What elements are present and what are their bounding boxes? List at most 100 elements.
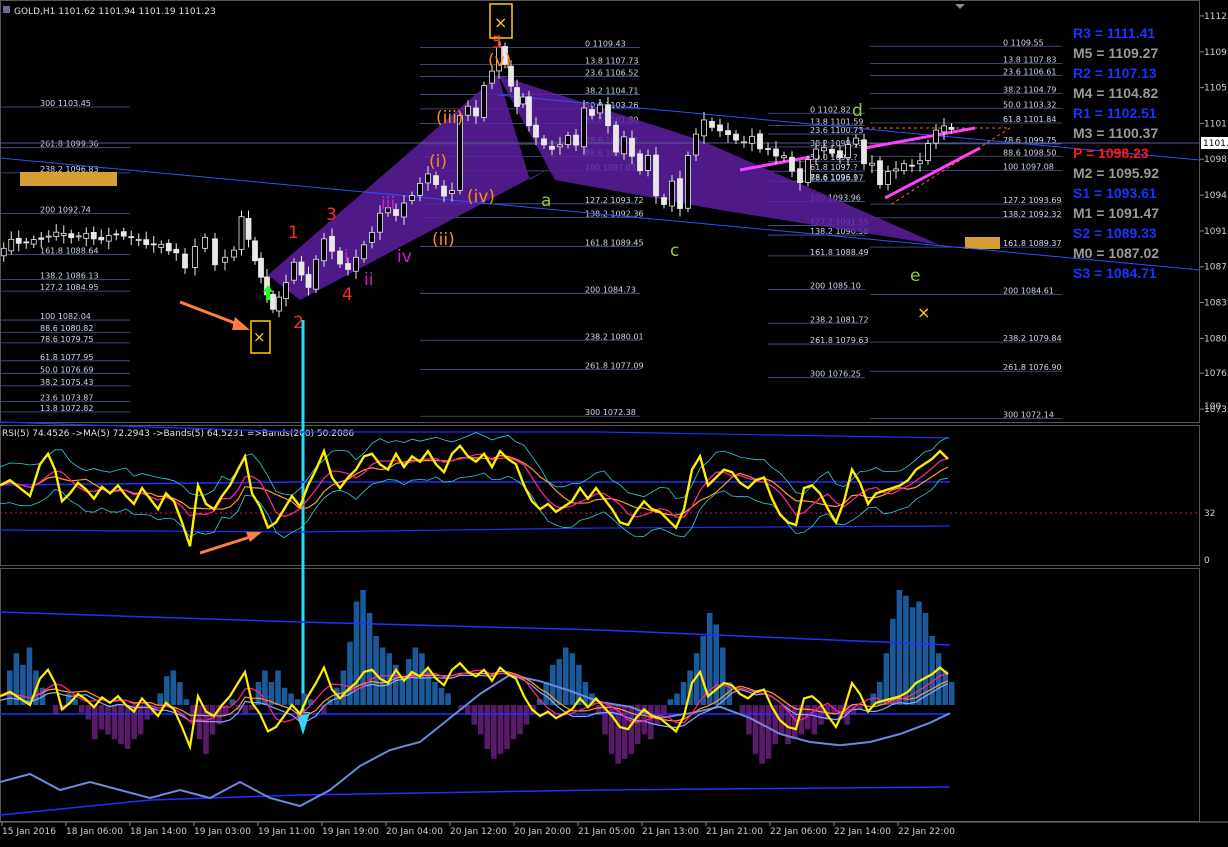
histogram-bar-positive xyxy=(896,590,903,705)
histogram-bar-positive xyxy=(281,687,288,705)
candle-body xyxy=(192,246,198,268)
histogram-bar-negative xyxy=(78,705,85,713)
fib-left-label: 161.8 1088.64 xyxy=(40,246,99,255)
candle-body xyxy=(8,238,15,252)
histogram-bar-positive xyxy=(26,647,33,705)
rsi-tick-32: 32 xyxy=(1204,509,1215,519)
fib-left-label: 23.6 1073.87 xyxy=(40,393,93,402)
candle-body xyxy=(693,133,699,156)
histogram-bar-negative xyxy=(92,705,98,740)
wave-label: d xyxy=(852,101,863,121)
histogram-bar-positive xyxy=(164,676,170,705)
histogram-bar-negative xyxy=(517,705,523,735)
fib-mid-label: 127.2 1093.72 xyxy=(585,196,644,205)
x-marker-bottom: × xyxy=(250,320,271,354)
candle-body xyxy=(245,218,252,240)
fib-d-label: 88.6 1095.97 xyxy=(810,173,863,182)
wave-label: ii xyxy=(364,270,373,290)
time-tick-label: 20 Jan 04:00 xyxy=(386,827,443,837)
pivot-m1-label: M1 = 1091.47 xyxy=(1073,205,1159,221)
fib-left-label: 13.8 1072.82 xyxy=(40,404,93,413)
histogram-bar-positive xyxy=(563,647,569,705)
candle-body xyxy=(321,238,327,262)
pivot-s1-label: S1 = 1093.61 xyxy=(1073,185,1157,201)
candle-body xyxy=(765,148,771,150)
fib-right-label: 88.6 1098.50 xyxy=(1003,148,1056,157)
candle-body xyxy=(252,240,258,262)
candle-body xyxy=(212,238,218,266)
fib-left-label: 261.8 1099.36 xyxy=(40,140,99,149)
macd-signal-line xyxy=(0,673,951,808)
wave-label: (i) xyxy=(429,152,447,172)
pivot-m5-label: M5 = 1109.27 xyxy=(1073,45,1158,61)
fib-levels-left: 300 1103.45261.8 1099.36238.2 1096.83200… xyxy=(0,99,130,413)
candle-body xyxy=(773,148,779,157)
histogram-bar-negative xyxy=(124,705,131,749)
time-tick-label: 21 Jan 21:00 xyxy=(706,827,763,837)
rsi-tick-100: 100 xyxy=(1204,402,1221,412)
candle-body xyxy=(158,243,165,248)
candle-body xyxy=(270,293,276,310)
time-tick-label: 22 Jan 06:00 xyxy=(770,827,827,837)
histogram-bar-negative xyxy=(478,705,484,735)
candle-body xyxy=(401,202,407,218)
wave-label: (iv) xyxy=(467,187,495,207)
price-tick-label: 1101.8 xyxy=(1204,119,1228,129)
wave-label: (v) xyxy=(488,51,511,71)
price-axis: 1073.11076.71080.21083.81087.41091.01094… xyxy=(1200,12,1228,415)
candle-body xyxy=(845,144,851,158)
candle-body xyxy=(305,274,312,288)
fib-left-label: 78.6 1079.75 xyxy=(40,335,93,344)
candle-body xyxy=(238,216,245,250)
candle-body xyxy=(629,137,635,157)
candle-body xyxy=(909,164,915,167)
candle-body xyxy=(417,182,423,196)
time-tick-label: 22 Jan 14:00 xyxy=(834,827,891,837)
pivot-m2-label: M2 = 1095.92 xyxy=(1073,165,1159,181)
candle-body xyxy=(917,160,923,165)
histogram-bar-positive xyxy=(177,682,183,705)
candle-body xyxy=(0,247,7,257)
histogram-bar-positive xyxy=(432,682,438,705)
candle-body xyxy=(869,162,875,166)
histogram-bar-negative xyxy=(504,705,510,749)
candle-body xyxy=(837,150,843,159)
histogram-bar-negative xyxy=(765,705,772,759)
histogram-bar-positive xyxy=(419,653,425,705)
pivot-m3-label: M3 = 1100.37 xyxy=(1073,125,1158,141)
fib-left-label: 100 1082.04 xyxy=(40,312,91,321)
candle-body xyxy=(38,237,45,240)
histogram-bar-positive xyxy=(890,618,896,705)
histogram-bar-positive xyxy=(373,636,379,705)
scroll-marker-icon[interactable] xyxy=(955,4,965,9)
candle-body xyxy=(749,135,755,144)
candle-body xyxy=(465,105,471,116)
fib-right-label: 261.8 1076.90 xyxy=(1003,363,1062,372)
candle-body xyxy=(701,119,707,137)
histogram-bar-negative xyxy=(654,705,661,725)
rsi-panel-frame xyxy=(0,425,1200,566)
rsi-tick-0: 0 xyxy=(1204,556,1210,566)
candle-body xyxy=(15,237,22,244)
candle-body xyxy=(597,104,603,114)
time-tick-label: 22 Jan 22:00 xyxy=(898,827,955,837)
time-tick-label: 19 Jan 03:00 xyxy=(194,827,251,837)
fib-left-label: 127.2 1084.95 xyxy=(40,283,99,292)
histogram-bar-negative xyxy=(118,705,124,745)
candle-body xyxy=(557,144,563,148)
candle-body xyxy=(298,261,305,276)
candle-body xyxy=(829,148,835,154)
orange-arrowhead-rsi-icon xyxy=(246,532,262,542)
fib-d-label: 300 1076.25 xyxy=(810,370,861,379)
menu-icon[interactable] xyxy=(3,6,10,13)
candle-body xyxy=(637,153,643,172)
candle-body xyxy=(473,107,479,117)
histogram-bar-negative xyxy=(111,705,118,740)
candle-body xyxy=(797,168,803,184)
candle-body xyxy=(541,138,547,146)
candle-body xyxy=(182,253,188,269)
histogram-bar-positive xyxy=(948,682,955,705)
candle-body xyxy=(283,282,289,299)
histogram-bar-positive xyxy=(183,699,190,705)
candle-body xyxy=(661,197,667,205)
